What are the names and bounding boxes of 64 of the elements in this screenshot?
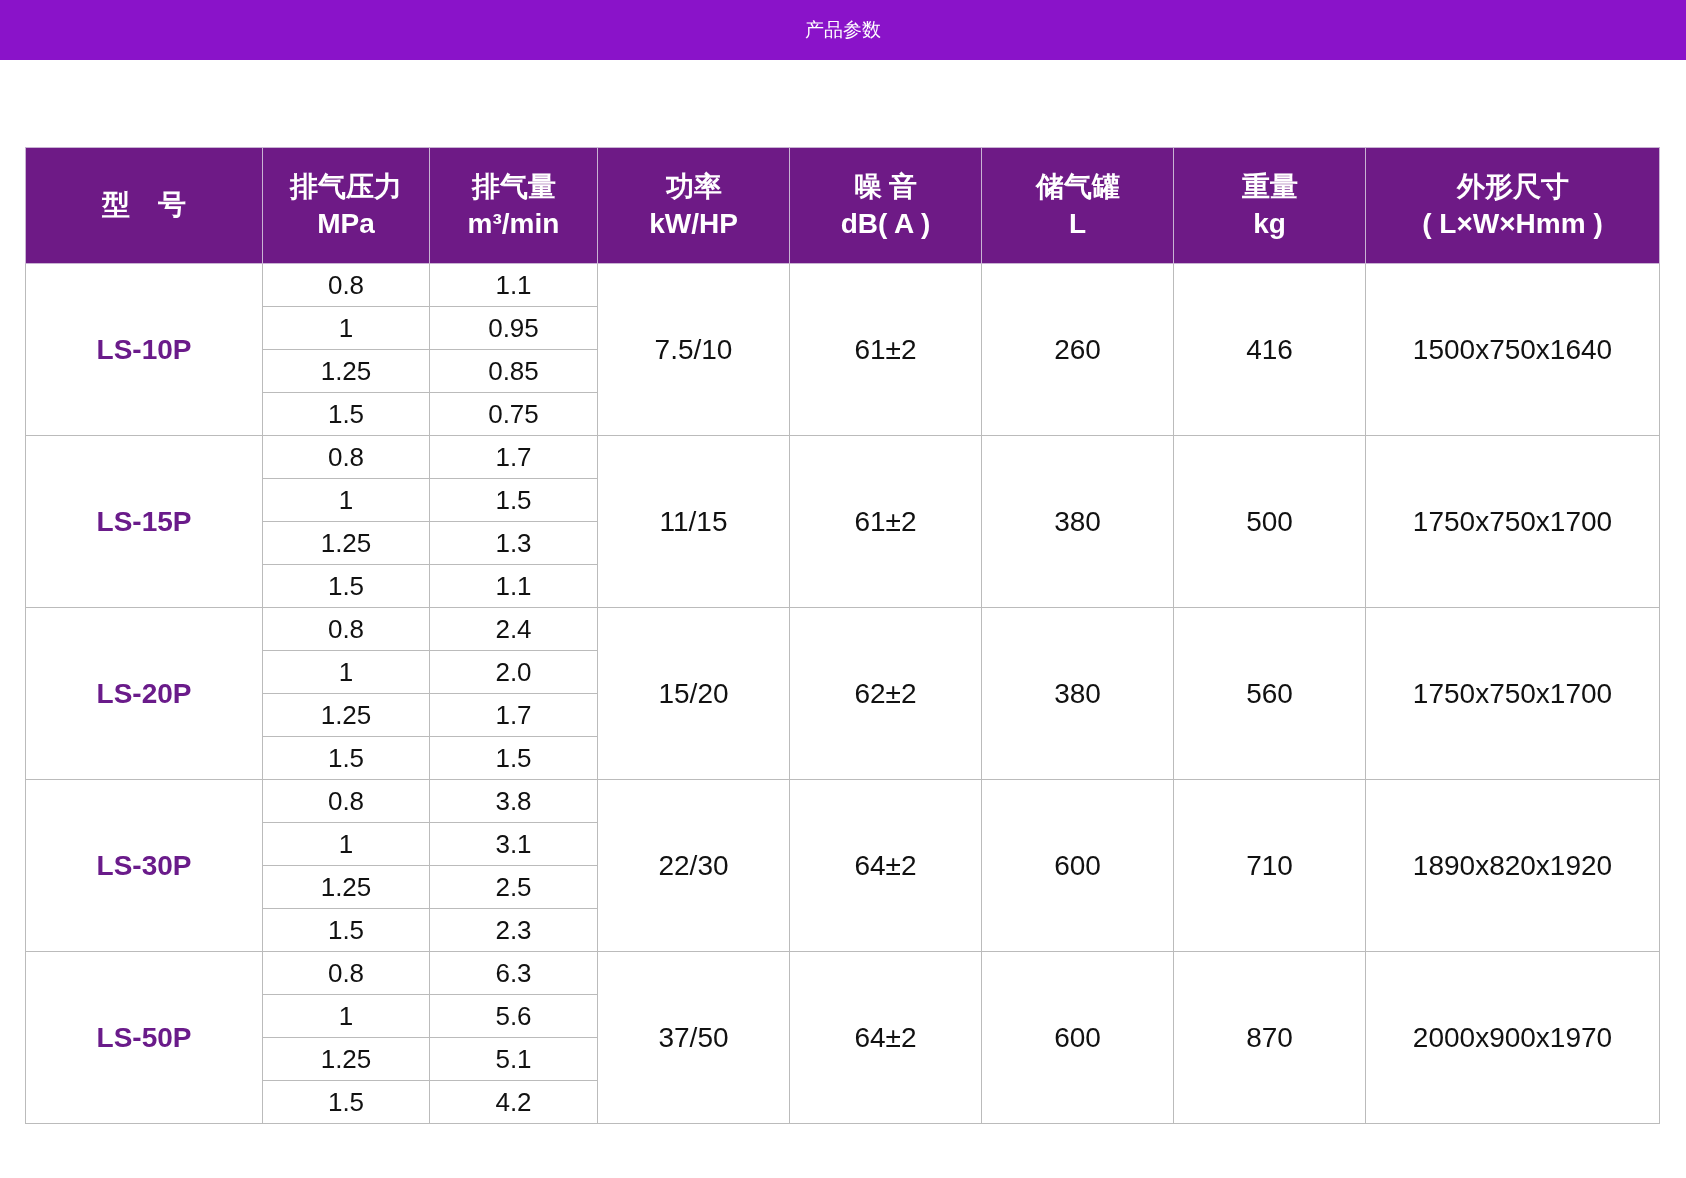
table-cell: 416 — [1173, 263, 1366, 436]
table-cell: 600 — [981, 951, 1174, 1124]
table-cell: 3.8 — [429, 779, 598, 823]
table-cell: 1 — [262, 650, 430, 694]
table-cell: 15/20 — [597, 607, 790, 780]
table-cell: 1.25 — [262, 693, 430, 737]
table-cell: 1890x820x1920 — [1365, 779, 1660, 952]
table-cell: 0.8 — [262, 951, 430, 995]
column-header: 功率 kW/HP — [597, 147, 790, 264]
model-cell: LS-10P — [25, 263, 263, 436]
table-cell: 870 — [1173, 951, 1366, 1124]
table-cell: 0.8 — [262, 607, 430, 651]
table-cell: 64±2 — [789, 779, 982, 952]
page-title: 产品参数 — [0, 0, 1686, 60]
table-cell: 560 — [1173, 607, 1366, 780]
column-header: 噪 音 dB( A ) — [789, 147, 982, 264]
model-cell: LS-50P — [25, 951, 263, 1124]
table-cell: 2000x900x1970 — [1365, 951, 1660, 1124]
table-cell: 0.8 — [262, 263, 430, 307]
table-cell: 260 — [981, 263, 1174, 436]
table-cell: 0.8 — [262, 435, 430, 479]
column-header: 重量 kg — [1173, 147, 1366, 264]
table-cell: 62±2 — [789, 607, 982, 780]
table-cell: 1.5 — [262, 392, 430, 436]
table-cell: 61±2 — [789, 263, 982, 436]
table-cell: 380 — [981, 607, 1174, 780]
table-cell: 1 — [262, 822, 430, 866]
table-cell: 0.8 — [262, 779, 430, 823]
model-cell: LS-15P — [25, 435, 263, 608]
table-cell: 6.3 — [429, 951, 598, 995]
column-header: 排气压力 MPa — [262, 147, 430, 264]
table-cell: 1.25 — [262, 521, 430, 565]
table-cell: 2.4 — [429, 607, 598, 651]
table-cell: 1 — [262, 306, 430, 350]
table-cell: 22/30 — [597, 779, 790, 952]
table-cell: 1.5 — [262, 1080, 430, 1124]
table-cell: 1.1 — [429, 263, 598, 307]
table-cell: 1 — [262, 994, 430, 1038]
table-cell: 1500x750x1640 — [1365, 263, 1660, 436]
table-cell: 1.5 — [262, 908, 430, 952]
table-cell: 37/50 — [597, 951, 790, 1124]
model-cell: LS-20P — [25, 607, 263, 780]
table-cell: 1.25 — [262, 349, 430, 393]
table-cell: 380 — [981, 435, 1174, 608]
table-cell: 61±2 — [789, 435, 982, 608]
table-cell: 500 — [1173, 435, 1366, 608]
table-cell: 64±2 — [789, 951, 982, 1124]
column-header: 型 号 — [25, 147, 263, 264]
table-cell: 710 — [1173, 779, 1366, 952]
table-cell: 1.25 — [262, 865, 430, 909]
table-cell: 600 — [981, 779, 1174, 952]
table-cell: 1.7 — [429, 435, 598, 479]
table-cell: 1.5 — [262, 736, 430, 780]
table-cell: 1.25 — [262, 1037, 430, 1081]
column-header: 储气罐 L — [981, 147, 1174, 264]
table-cell: 1750x750x1700 — [1365, 607, 1660, 780]
column-header: 外形尺寸 ( L×W×Hmm ) — [1365, 147, 1660, 264]
model-cell: LS-30P — [25, 779, 263, 952]
table-cell: 7.5/10 — [597, 263, 790, 436]
table-cell: 1.5 — [262, 564, 430, 608]
table-cell: 1750x750x1700 — [1365, 435, 1660, 608]
table-cell: 1 — [262, 478, 430, 522]
column-header: 排气量 m³/min — [429, 147, 598, 264]
table-cell: 11/15 — [597, 435, 790, 608]
